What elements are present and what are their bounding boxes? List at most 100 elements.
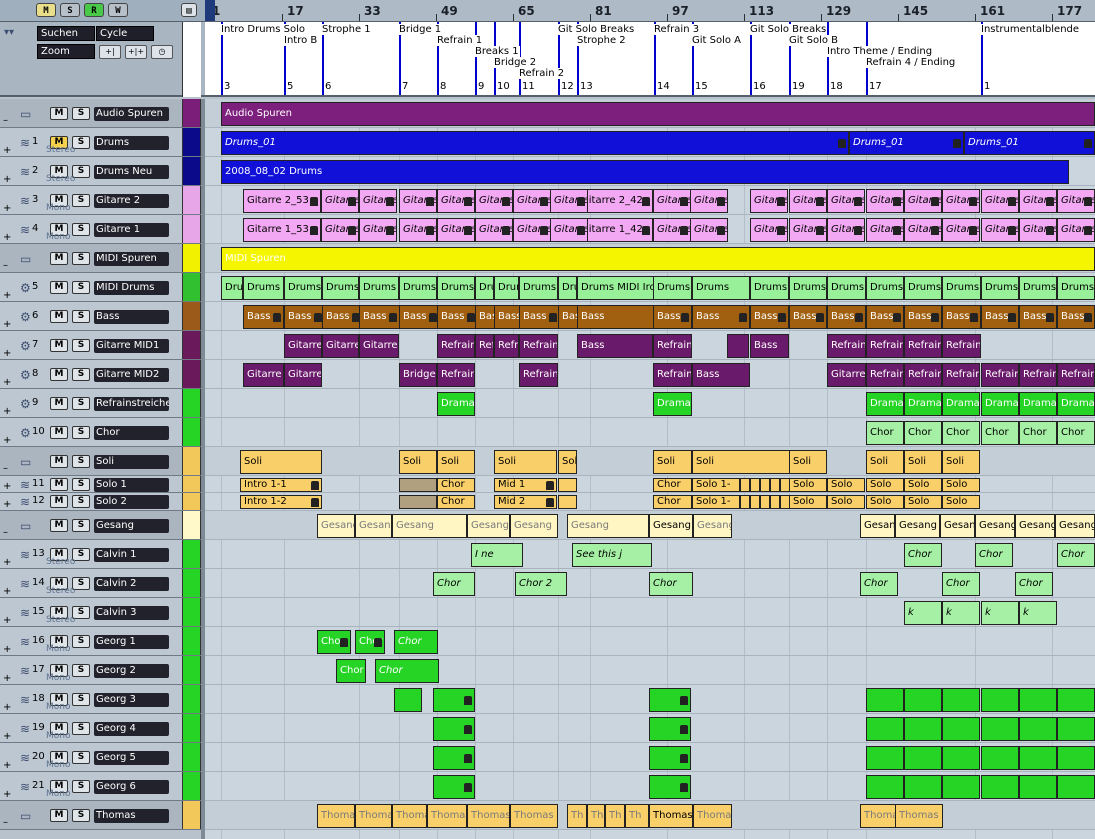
audio-event[interactable]: Chor — [904, 542, 942, 567]
folder-part[interactable]: Thomas — [510, 803, 558, 828]
solo-button[interactable]: S — [72, 251, 90, 265]
audio-event[interactable]: Chor — [375, 658, 439, 683]
add-marker-button[interactable]: +| — [99, 45, 121, 59]
collapse-icon[interactable]: – — [3, 817, 8, 828]
midi-part[interactable]: Refrain — [437, 333, 475, 358]
audio-event[interactable]: Solo — [827, 477, 865, 492]
midi-part[interactable]: Refrain — [475, 333, 494, 358]
marker-label[interactable]: Intro B — [284, 35, 319, 46]
cycle-select[interactable]: Cycle — [96, 26, 154, 41]
audio-event[interactable]: Chor — [317, 629, 351, 654]
solo-button[interactable]: S — [72, 367, 90, 381]
midi-part[interactable]: Bass — [750, 333, 789, 358]
track-header-5[interactable]: ⚙ 5 M S MIDI Drums + — [0, 273, 205, 302]
solo-button[interactable]: S — [72, 222, 90, 236]
audio-event[interactable] — [433, 745, 475, 770]
audio-event[interactable]: Gitarre — [653, 217, 691, 242]
solo-button[interactable]: S — [72, 454, 90, 468]
midi-part[interactable]: Bass — [577, 333, 653, 358]
track-header-16[interactable]: ≋ 16 M S Georg 1 Mono + — [0, 627, 205, 656]
midi-part[interactable]: Chor — [1019, 420, 1057, 445]
midi-part[interactable]: Chor — [981, 420, 1019, 445]
audio-event[interactable]: Gitarre — [789, 217, 827, 242]
track-header-10[interactable]: ⚙ 10 M S Chor + — [0, 418, 205, 447]
expand-icon[interactable]: + — [3, 203, 11, 214]
audio-event[interactable]: Gitarre — [904, 217, 942, 242]
audio-event[interactable] — [1019, 745, 1057, 770]
midi-part[interactable]: Bass — [866, 304, 904, 329]
midi-part[interactable]: Drums MIDI Iro — [577, 275, 654, 300]
marker-label[interactable]: Refrain 1 — [437, 35, 484, 46]
solo-button[interactable]: S — [72, 808, 90, 822]
midi-part[interactable]: Drama — [1019, 391, 1057, 416]
expand-icon[interactable]: + — [3, 406, 11, 417]
folder-part[interactable]: Gesang — [567, 513, 649, 538]
audio-event[interactable] — [649, 687, 691, 712]
midi-part[interactable]: Bridge — [399, 362, 437, 387]
marker-label[interactable]: Refrain 3 — [654, 24, 701, 35]
track-name[interactable]: Georg 1 — [94, 634, 169, 649]
solo-button[interactable]: S — [72, 396, 90, 410]
collapse-icon[interactable]: – — [3, 115, 8, 126]
audio-event[interactable] — [942, 745, 980, 770]
audio-event[interactable] — [750, 495, 760, 509]
solo-button[interactable]: S — [72, 280, 90, 294]
marker-label[interactable]: Refrain 2 — [519, 68, 566, 79]
midi-part[interactable]: Bass — [904, 304, 942, 329]
solo-button[interactable]: S — [72, 750, 90, 764]
expand-icon[interactable]: + — [3, 435, 11, 446]
track-name[interactable]: Bass — [94, 309, 169, 324]
write-mode-button[interactable]: W — [108, 3, 128, 17]
add-cycle-marker-button[interactable]: +|+ — [125, 45, 147, 59]
midi-part[interactable]: Refrain — [904, 362, 942, 387]
audio-event[interactable] — [904, 774, 942, 799]
midi-part[interactable]: Drums — [904, 275, 942, 300]
audio-event[interactable]: Chor — [860, 571, 898, 596]
audio-event[interactable]: Gitarre — [827, 188, 865, 213]
audio-event[interactable]: See this j — [572, 542, 652, 567]
midi-part[interactable]: Bass — [692, 304, 750, 329]
solo-button[interactable]: S — [72, 634, 90, 648]
midi-part[interactable]: Drums — [494, 275, 519, 300]
track-header-6[interactable]: ⚙ 6 M S Bass + — [0, 302, 205, 331]
expand-icon[interactable]: + — [3, 481, 11, 492]
audio-event[interactable]: Drums_01 — [221, 130, 849, 155]
audio-event[interactable]: Solo — [904, 495, 942, 509]
solo-button[interactable]: S — [72, 106, 90, 120]
audio-event[interactable]: Gitarre — [690, 188, 728, 213]
audio-event[interactable]: Chor — [649, 571, 693, 596]
track-header-folder[interactable]: ▭ M S Thomas – — [0, 801, 205, 830]
marker-line[interactable] — [475, 22, 477, 95]
audio-event[interactable]: Gitarre — [550, 217, 588, 242]
midi-part[interactable]: Gitarre — [284, 333, 322, 358]
track-header-12[interactable]: ≋ 12 M S Solo 2 + — [0, 493, 205, 511]
marker-label[interactable]: Bridge 1 — [399, 24, 443, 35]
expand-icon[interactable]: + — [3, 615, 11, 626]
record-mode-button[interactable]: R — [84, 3, 104, 17]
audio-event[interactable]: Gitarre — [359, 217, 397, 242]
audio-event[interactable]: Chor — [1015, 571, 1053, 596]
folder-part[interactable]: Thomas — [317, 803, 355, 828]
midi-part[interactable]: Refrain — [653, 333, 692, 358]
marker-label[interactable]: Git Solo A — [692, 35, 743, 46]
audio-event[interactable]: Gitarre — [475, 188, 513, 213]
midi-part[interactable]: Drums — [827, 275, 866, 300]
midi-part[interactable]: Refrain — [866, 362, 904, 387]
midi-part[interactable]: Drums — [221, 275, 243, 300]
audio-event[interactable]: Solo — [866, 495, 904, 509]
audio-event[interactable]: Gitarre — [399, 217, 437, 242]
track-name[interactable]: Georg 6 — [94, 779, 169, 794]
marker-window-button[interactable]: ◷ — [151, 45, 173, 59]
audio-event[interactable] — [904, 687, 942, 712]
track-header-8[interactable]: ⚙ 8 M S Gitarre MID2 + — [0, 360, 205, 389]
marker-label[interactable]: Strophe 1 — [322, 24, 372, 35]
solo-button[interactable]: S — [72, 477, 90, 491]
track-header-21[interactable]: ≋ 21 M S Georg 6 Mono + — [0, 772, 205, 801]
track-header-folder[interactable]: ▭ M S Gesang – — [0, 511, 205, 540]
track-header-11[interactable]: ≋ 11 M S Solo 1 + — [0, 476, 205, 493]
folder-part[interactable]: Thomas — [355, 803, 392, 828]
track-name[interactable]: Audio Spuren — [94, 106, 169, 121]
folder-part[interactable]: Gesang — [355, 513, 392, 538]
audio-event[interactable] — [981, 687, 1019, 712]
track-header-7[interactable]: ⚙ 7 M S Gitarre MID1 + — [0, 331, 205, 360]
